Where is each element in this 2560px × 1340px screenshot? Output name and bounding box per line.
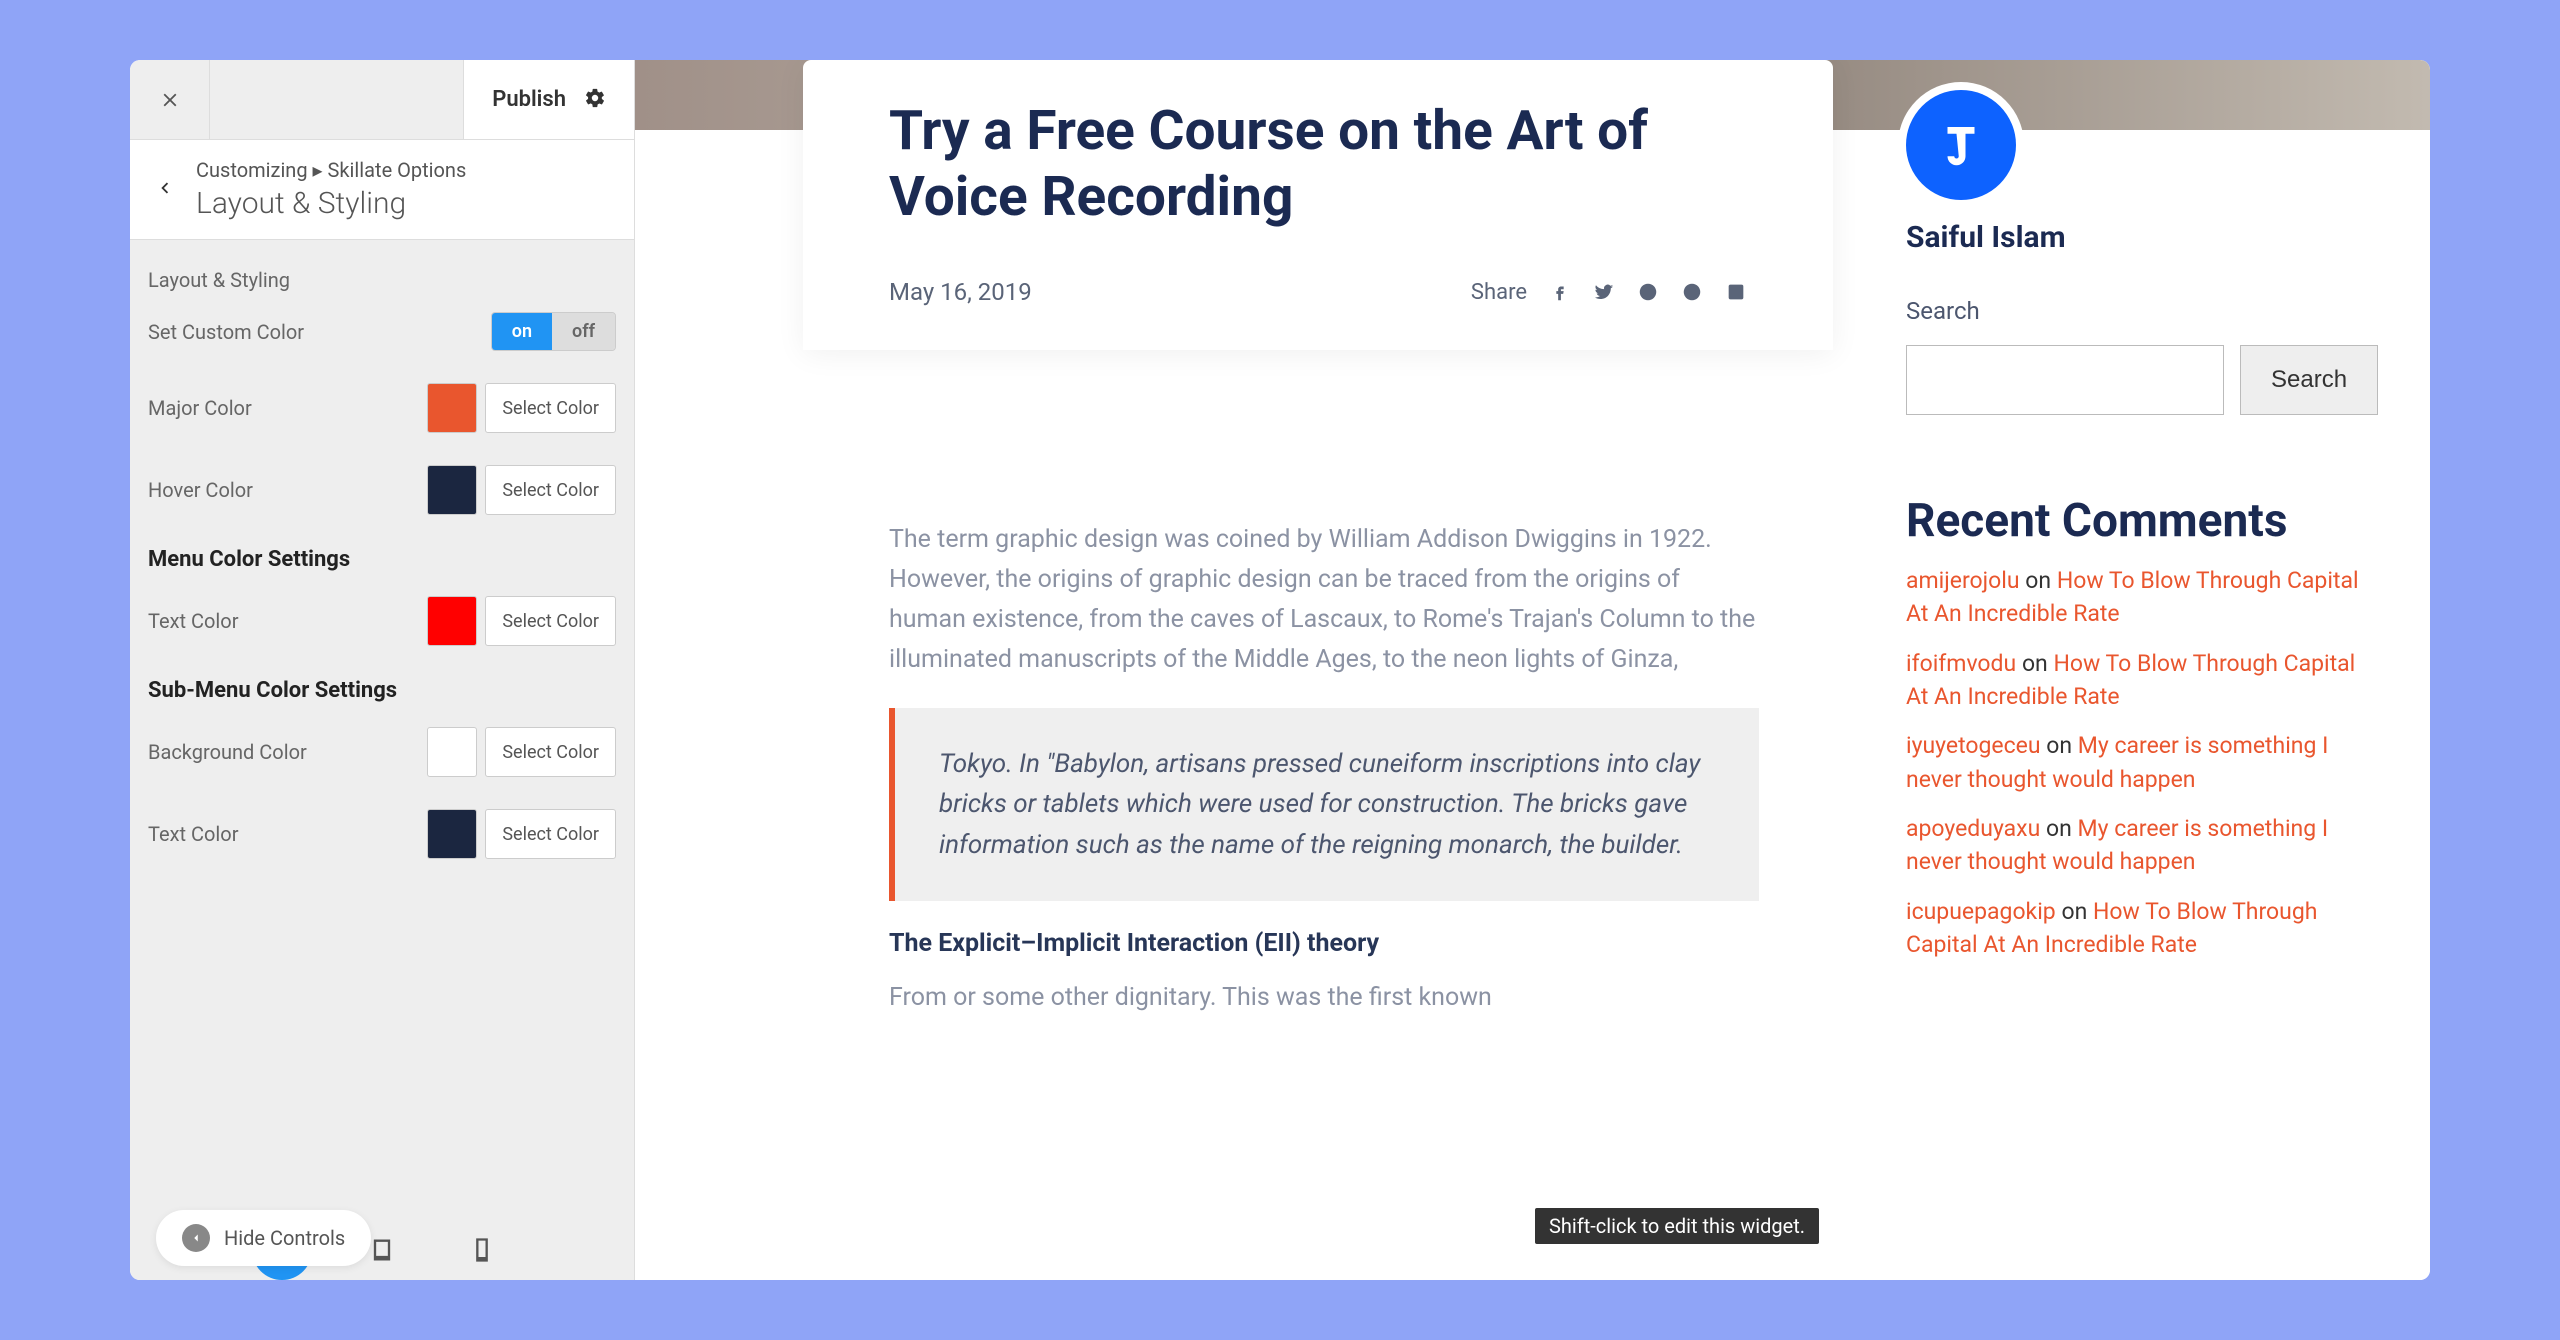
customizer-frame: Publish Customizing ▸ Skillate Options L… xyxy=(130,60,2430,1280)
comment-on: on xyxy=(2046,732,2072,759)
search-button[interactable]: Search xyxy=(2240,345,2378,415)
section-label: Layout & Styling xyxy=(148,268,616,292)
close-icon xyxy=(159,89,181,111)
swatch-major-color[interactable] xyxy=(427,383,477,433)
paragraph-2: From or some other dignitary. This was t… xyxy=(889,978,1759,1018)
article-title: Try a Free Course on the Art of Voice Re… xyxy=(889,98,1747,230)
select-sub-text-color[interactable]: Select Color xyxy=(485,809,616,859)
breadcrumb: Customizing ▸ Skillate Options Layout & … xyxy=(130,140,634,240)
close-button[interactable] xyxy=(130,60,210,139)
publish-tab[interactable]: Publish xyxy=(463,60,634,139)
heading-menu-color: Menu Color Settings xyxy=(148,547,616,572)
comment-on: on xyxy=(2046,815,2072,842)
swatch-text-color[interactable] xyxy=(427,596,477,646)
label-sub-text-color: Text Color xyxy=(148,822,238,846)
select-hover-color[interactable]: Select Color xyxy=(485,465,616,515)
comment-author[interactable]: icupuepagokip xyxy=(1906,898,2056,925)
spacer xyxy=(210,60,463,139)
linkedin-icon[interactable] xyxy=(1725,281,1747,303)
comment-on: on xyxy=(2025,567,2051,594)
comment-item: amijerojolu on How To Blow Through Capit… xyxy=(1906,564,2366,631)
comment-on: on xyxy=(2061,898,2087,925)
panel-body: Layout & Styling Set Custom Color on off… xyxy=(130,240,634,1280)
breadcrumb-path: Customizing ▸ Skillate Options xyxy=(196,158,466,182)
publish-label: Publish xyxy=(492,87,566,112)
select-major-color[interactable]: Select Color xyxy=(485,383,616,433)
chevron-left-icon xyxy=(154,177,176,199)
swatch-bg-color[interactable] xyxy=(427,727,477,777)
mobile-icon xyxy=(468,1236,496,1264)
article-card: Try a Free Course on the Art of Voice Re… xyxy=(803,60,1833,350)
breadcrumb-title: Layout & Styling xyxy=(196,186,466,221)
pinterest-icon[interactable] xyxy=(1681,281,1703,303)
share-block: Share xyxy=(1471,280,1747,305)
back-button[interactable] xyxy=(154,177,176,203)
row-text-color: Text Color Select Color xyxy=(148,596,616,646)
row-set-custom-color: Set Custom Color on off xyxy=(148,312,616,351)
comment-on: on xyxy=(2022,650,2048,677)
recent-comments-list: amijerojolu on How To Blow Through Capit… xyxy=(1906,564,2366,961)
heading-submenu-color: Sub-Menu Color Settings xyxy=(148,678,616,703)
comment-author[interactable]: iyuyetogeceu xyxy=(1906,732,2041,759)
avatar xyxy=(1906,90,2016,200)
facebook-icon[interactable] xyxy=(1549,281,1571,303)
logo-icon xyxy=(1934,118,1988,172)
comment-item: ifoifmvodu on How To Blow Through Capita… xyxy=(1906,647,2366,714)
widget-column: Saiful Islam Search Search Recent Commen… xyxy=(1906,90,2366,961)
subheading: The Explicit–Implicit Interaction (EII) … xyxy=(889,929,1759,958)
tablet-icon xyxy=(368,1236,396,1264)
search-input[interactable] xyxy=(1906,345,2224,415)
collapse-icon xyxy=(182,1224,210,1252)
label-set-custom-color: Set Custom Color xyxy=(148,320,304,344)
author-name: Saiful Islam xyxy=(1906,220,2366,255)
label-text-color: Text Color xyxy=(148,609,238,633)
device-mobile[interactable] xyxy=(452,1220,512,1280)
share-label: Share xyxy=(1471,280,1527,305)
row-major-color: Major Color Select Color xyxy=(148,383,616,433)
comment-item: icupuepagokip on How To Blow Through Cap… xyxy=(1906,895,2366,962)
label-hover-color: Hover Color xyxy=(148,478,253,502)
label-bg-color: Background Color xyxy=(148,740,307,764)
row-bg-color: Background Color Select Color xyxy=(148,727,616,777)
swatch-sub-text-color[interactable] xyxy=(427,809,477,859)
row-hover-color: Hover Color Select Color xyxy=(148,465,616,515)
comment-author[interactable]: apoyeduyaxu xyxy=(1906,815,2040,842)
preview-pane: Try a Free Course on the Art of Voice Re… xyxy=(635,60,2430,1280)
search-label: Search xyxy=(1906,297,2366,325)
select-bg-color[interactable]: Select Color xyxy=(485,727,616,777)
twitter-icon[interactable] xyxy=(1593,281,1615,303)
customizer-sidebar: Publish Customizing ▸ Skillate Options L… xyxy=(130,60,635,1280)
article-meta: May 16, 2019 Share xyxy=(889,278,1747,306)
comment-item: apoyeduyaxu on My career is something I … xyxy=(1906,812,2366,879)
select-text-color[interactable]: Select Color xyxy=(485,596,616,646)
gear-icon[interactable] xyxy=(584,87,606,113)
hide-controls-button[interactable]: Hide Controls xyxy=(156,1210,371,1266)
comment-author[interactable]: amijerojolu xyxy=(1906,567,2020,594)
search-row: Search xyxy=(1906,345,2366,415)
swatch-hover-color[interactable] xyxy=(427,465,477,515)
googleplus-icon[interactable] xyxy=(1637,281,1659,303)
hide-controls-label: Hide Controls xyxy=(224,1226,345,1250)
toggle-off[interactable]: off xyxy=(552,313,615,350)
comment-item: iyuyetogeceu on My career is something I… xyxy=(1906,729,2366,796)
article-date: May 16, 2019 xyxy=(889,278,1032,306)
toggle-on[interactable]: on xyxy=(492,313,552,350)
comment-author[interactable]: ifoifmvodu xyxy=(1906,650,2016,677)
article-body: The term graphic design was coined by Wi… xyxy=(889,520,1759,1046)
row-sub-text-color: Text Color Select Color xyxy=(148,809,616,859)
sidebar-top-row: Publish xyxy=(130,60,634,140)
recent-comments-title: Recent Comments xyxy=(1906,495,2366,548)
edit-widget-tooltip: Shift-click to edit this widget. xyxy=(1535,1208,1819,1244)
label-major-color: Major Color xyxy=(148,396,252,420)
toggle-custom-color[interactable]: on off xyxy=(491,312,616,351)
blockquote: Tokyo. In "Babylon, artisans pressed cun… xyxy=(889,708,1759,901)
paragraph-1: The term graphic design was coined by Wi… xyxy=(889,520,1759,680)
device-bar: Hide Controls xyxy=(130,1190,634,1280)
